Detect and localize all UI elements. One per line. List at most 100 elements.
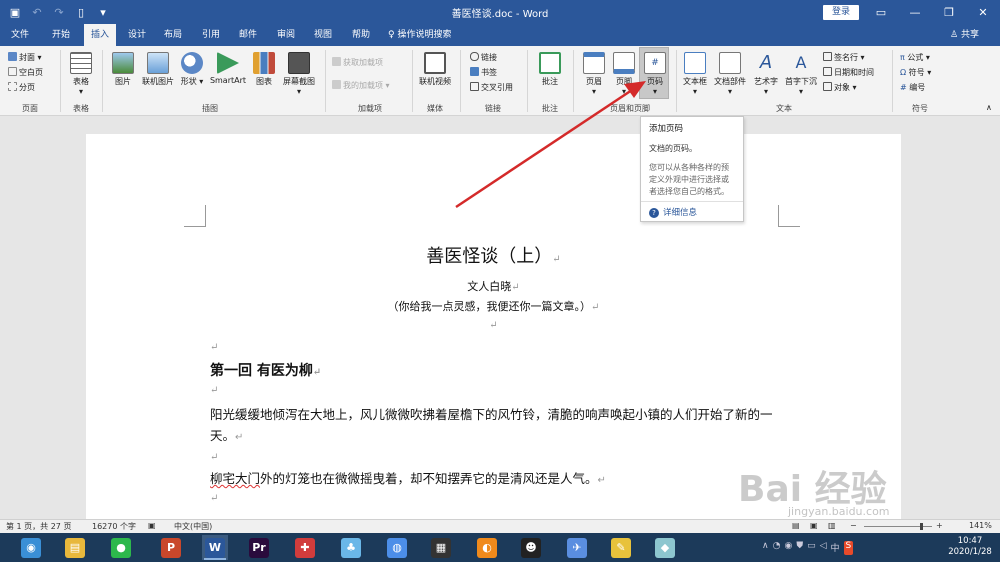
tab-view[interactable]: 视图 xyxy=(308,24,338,46)
taskbar-app-qq[interactable]: ☻ xyxy=(518,535,544,560)
textbox-button[interactable]: 文本框 ▾ xyxy=(680,52,710,96)
wordart-button[interactable]: A 艺术字 ▾ xyxy=(750,52,782,96)
bookmark-icon xyxy=(470,67,479,76)
chrome-icon: ◍ xyxy=(387,537,407,558)
tab-review[interactable]: 审阅 xyxy=(271,24,301,46)
get-addins-button[interactable]: 获取加载项 xyxy=(332,57,383,69)
collapse-ribbon-icon[interactable]: ∧ xyxy=(986,102,992,114)
taskbar-app-premiere[interactable]: Pr xyxy=(246,535,272,560)
taskbar-app-wechat[interactable]: ● xyxy=(108,535,134,560)
symbol-button[interactable]: Ω 符号 ▾ xyxy=(900,67,931,79)
notes-icon: ✎ xyxy=(611,537,631,558)
tab-home[interactable]: 开始 xyxy=(46,24,76,46)
tray-network-icon[interactable]: ◔ xyxy=(773,541,781,555)
zoom-out-icon[interactable]: − xyxy=(850,521,857,530)
taskbar-app-powerpoint[interactable]: P xyxy=(158,535,184,560)
blank-page-button[interactable]: 空白页 xyxy=(8,67,43,79)
signature-line-button[interactable]: 签名行 ▾ xyxy=(823,52,865,64)
header-button[interactable]: 页眉 ▾ xyxy=(580,52,608,96)
bookmark-button[interactable]: 书签 xyxy=(470,67,497,79)
tab-design[interactable]: 设计 xyxy=(122,24,152,46)
page-number-tooltip: 添加页码 文档的页码。 您可以从各种各样的预定义外观中进行选择或者选择您自己的格… xyxy=(640,116,744,222)
tab-file[interactable]: 文件 xyxy=(6,24,34,46)
login-button[interactable]: 登录 xyxy=(823,5,859,20)
smartart-button[interactable]: SmartArt xyxy=(206,52,250,85)
cross-reference-button[interactable]: 交叉引用 xyxy=(470,82,513,94)
object-button[interactable]: 对象 ▾ xyxy=(823,82,857,94)
screenshot-button[interactable]: 屏幕截图 ▾ xyxy=(278,52,320,96)
powerpoint-icon: P xyxy=(161,537,181,558)
qq-icon: ☻ xyxy=(521,537,541,558)
ribbon-tabs: 文件 开始 插入 设计 布局 引用 邮件 审阅 视图 帮助 ♀ 操作说明搜索 ♙… xyxy=(0,24,1000,46)
drop-cap-button[interactable]: A 首字下沉 ▾ xyxy=(782,52,820,96)
doc-author: 文人白晓↵ xyxy=(467,280,520,293)
online-video-button[interactable]: 联机视频 xyxy=(415,52,455,87)
cover-icon xyxy=(8,52,17,61)
taskbar-app-explorer[interactable]: ▤ xyxy=(62,535,88,560)
zoom-in-icon[interactable]: + xyxy=(936,521,943,530)
my-addins-button[interactable]: 我的加载项 ▾ xyxy=(332,80,390,92)
table-button[interactable]: 表格 ▾ xyxy=(66,52,96,96)
page-break-button[interactable]: 分页 xyxy=(8,82,35,94)
tell-me-search[interactable]: ♀ 操作说明搜索 xyxy=(388,24,451,46)
zoom-slider-thumb[interactable] xyxy=(920,523,923,530)
page-count[interactable]: 第 1 页，共 27 页 xyxy=(6,521,71,532)
language[interactable]: 中文(中国) xyxy=(174,521,212,532)
zoom-level[interactable]: 141% xyxy=(969,521,992,530)
watermark-url: jingyan.baidu.com xyxy=(788,505,890,518)
taskbar-app-browser[interactable]: ◉ xyxy=(18,535,44,560)
tab-mailings[interactable]: 邮件 xyxy=(233,24,263,46)
chart-button[interactable]: 图表 xyxy=(250,52,278,87)
read-mode-icon[interactable]: ▤ xyxy=(792,521,800,530)
pictures-button[interactable]: 图片 xyxy=(108,52,138,87)
restore-icon[interactable]: ❐ xyxy=(932,0,966,24)
tray-display-icon[interactable]: ▭ xyxy=(807,541,816,555)
shapes-button[interactable]: 形状 ▾ xyxy=(178,52,206,87)
tab-help[interactable]: 帮助 xyxy=(346,24,376,46)
taskbar-app-notes[interactable]: ✎ xyxy=(608,535,634,560)
tray-sogou-icon[interactable]: S xyxy=(843,541,854,555)
group-label-pages: 页面 xyxy=(22,104,38,113)
ribbon-display-icon[interactable]: ▭ xyxy=(864,0,898,24)
addin-icon xyxy=(332,80,341,89)
taskbar-app-film[interactable]: ▦ xyxy=(428,535,454,560)
taskbar-app-app-cube[interactable]: ◆ xyxy=(652,535,678,560)
tooltip-more-info-link[interactable]: ? 详细信息 xyxy=(649,206,697,218)
table-icon xyxy=(70,52,92,74)
tab-references[interactable]: 引用 xyxy=(196,24,226,46)
clock[interactable]: 10:47 2020/1/28 xyxy=(944,536,996,558)
online-pictures-button[interactable]: 联机图片 xyxy=(138,52,178,87)
footer-button[interactable]: 页脚 ▾ xyxy=(610,52,638,96)
date-time-button[interactable]: 日期和时间 xyxy=(823,67,874,79)
tray-app-icon[interactable]: ◉ xyxy=(784,541,792,555)
tray-ime-icon[interactable]: 中 xyxy=(831,541,840,555)
taskbar-app-chrome[interactable]: ◍ xyxy=(384,535,410,560)
word-count[interactable]: 16270 个字 xyxy=(92,521,136,532)
minimize-icon[interactable]: — xyxy=(898,0,932,24)
taskbar-app-app-cross[interactable]: ✚ xyxy=(292,535,318,560)
share-button[interactable]: ♙ 共享 xyxy=(950,24,979,46)
tray-expand-icon[interactable]: ∧ xyxy=(762,541,769,555)
taskbar-app-app-pets[interactable]: ♣ xyxy=(338,535,364,560)
close-icon[interactable]: ✕ xyxy=(966,0,1000,24)
taskbar-app-word[interactable]: W xyxy=(202,535,228,560)
quick-parts-button[interactable]: 文档部件 ▾ xyxy=(712,52,748,96)
number-button[interactable]: # 编号 xyxy=(900,82,925,94)
tray-volume-icon[interactable]: ◁ xyxy=(820,541,827,555)
taskbar-app-app-bird[interactable]: ✈ xyxy=(564,535,590,560)
tray-shield-icon[interactable]: ⛊ xyxy=(796,541,803,555)
doc-title: 善医怪谈（上）↵ xyxy=(426,246,561,267)
group-label-text: 文本 xyxy=(776,104,792,113)
web-layout-icon[interactable]: ▥ xyxy=(828,521,836,530)
tab-layout[interactable]: 布局 xyxy=(158,24,188,46)
proofing-icon[interactable]: ▣ xyxy=(148,521,156,530)
equation-button[interactable]: π 公式 ▾ xyxy=(900,52,930,64)
page-number-button[interactable]: # 页码 ▾ xyxy=(639,47,669,99)
cover-page-button[interactable]: 封面 ▾ xyxy=(8,52,42,64)
link-button[interactable]: 链接 xyxy=(470,52,497,64)
app-cube-icon: ◆ xyxy=(655,537,675,558)
print-layout-icon[interactable]: ▣ xyxy=(810,521,818,530)
comment-button[interactable]: 批注 xyxy=(534,52,566,87)
tab-insert[interactable]: 插入 xyxy=(84,24,116,46)
taskbar-app-app-orange[interactable]: ◐ xyxy=(474,535,500,560)
